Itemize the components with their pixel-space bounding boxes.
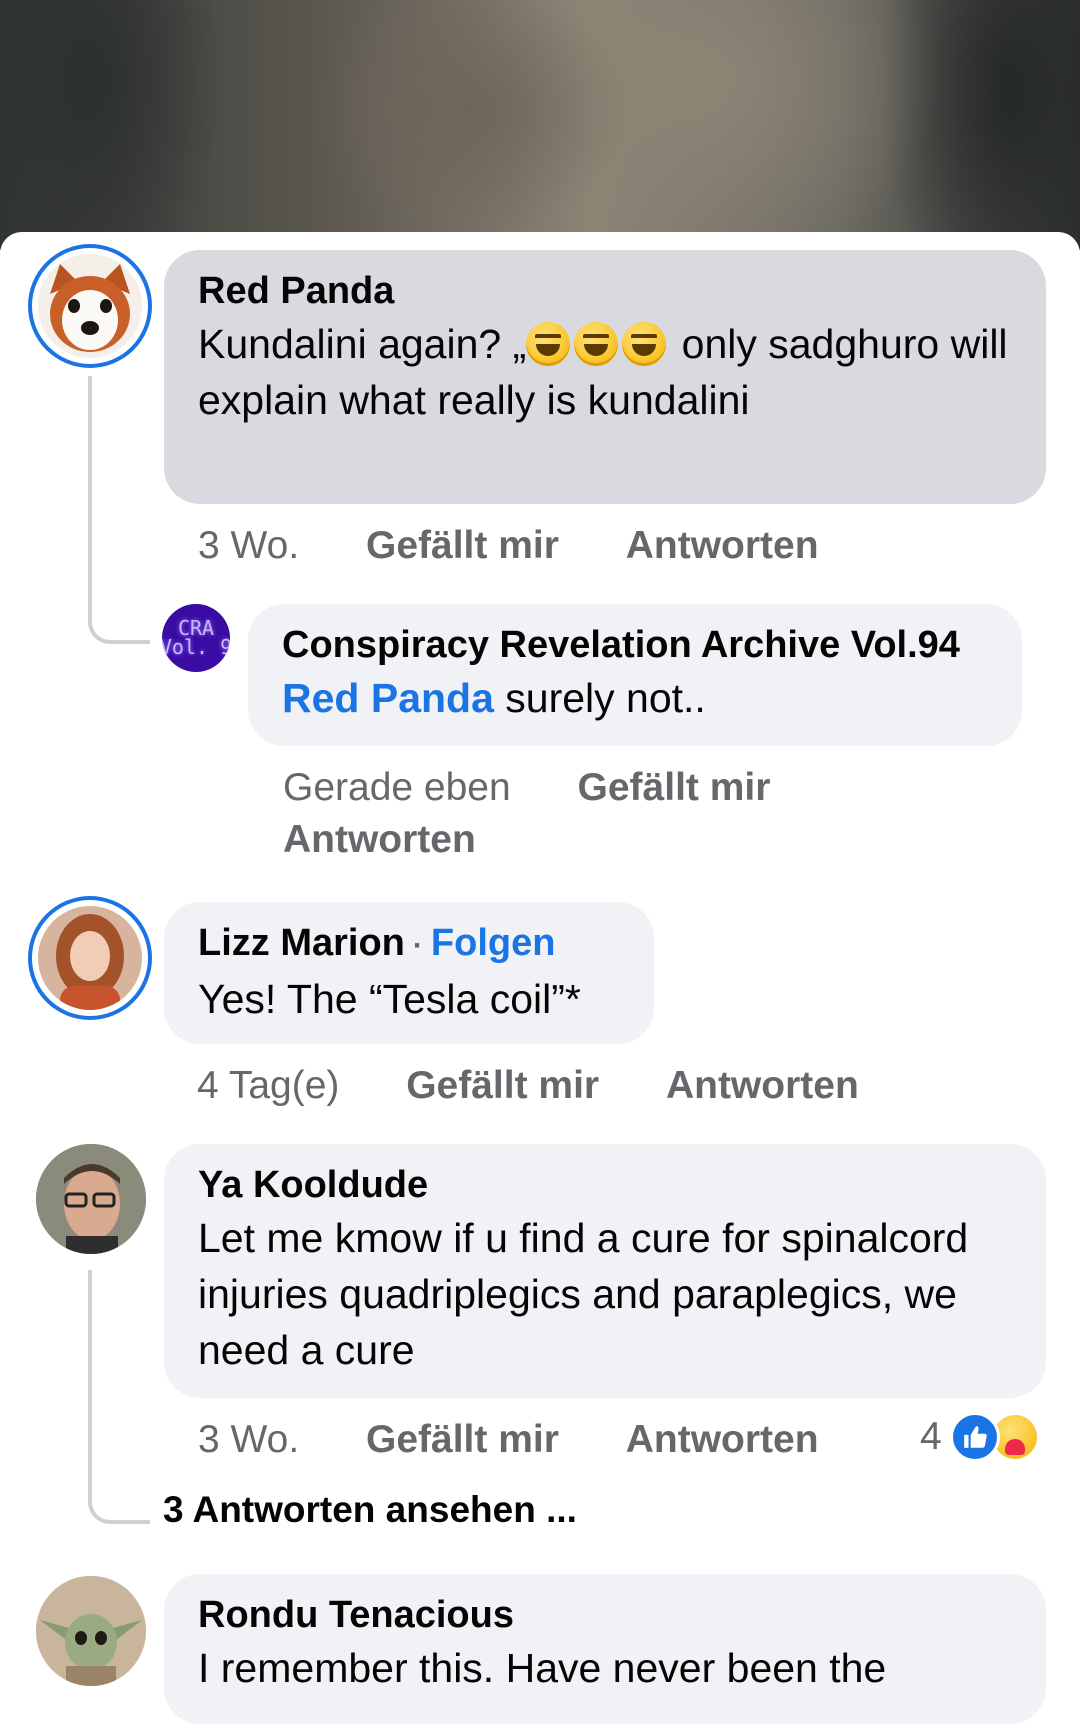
comment-author[interactable]: Rondu Tenacious bbox=[198, 1590, 1012, 1640]
thumbs-up-icon bbox=[963, 1426, 987, 1448]
reply-button[interactable]: Antworten bbox=[626, 524, 819, 567]
reply-bubble[interactable]: Conspiracy Revelation Archive Vol.94 Red… bbox=[248, 604, 1022, 746]
grinning-squinting-face-icon bbox=[526, 322, 571, 366]
avatar-page-cra[interactable]: CRA Vol. 9 bbox=[162, 604, 230, 672]
reply-text: Red Panda surely not.. bbox=[282, 670, 988, 726]
comment-text: Yes! The “Tesla coil”* bbox=[198, 976, 581, 1022]
view-replies-link[interactable]: 3 Antworten ansehen ... bbox=[163, 1485, 577, 1535]
profile-photo-icon bbox=[36, 1144, 146, 1254]
red-panda-avatar-icon bbox=[38, 254, 142, 358]
grinning-squinting-face-icon bbox=[622, 322, 667, 366]
comment-actions: 3 Wo. Gefällt mir Antworten bbox=[198, 1414, 819, 1466]
avatar-rondu-tenacious[interactable] bbox=[36, 1576, 146, 1686]
reply-reply-button[interactable]: Antworten bbox=[283, 818, 476, 861]
comment-text-start: Kundalini again? „ bbox=[198, 321, 527, 367]
comment-header: Lizz Marion · Folgen bbox=[198, 918, 620, 971]
mention-link[interactable]: Red Panda bbox=[282, 675, 494, 721]
avatar-text: CRA Vol. 9 bbox=[162, 616, 230, 659]
comment-actions: 3 Wo. Gefällt mir Antworten bbox=[198, 520, 819, 572]
comment-timestamp: 4 Tag(e) bbox=[197, 1064, 340, 1107]
comment-actions: 4 Tag(e) Gefällt mir Antworten bbox=[197, 1060, 859, 1112]
comment-text: Let me kmow if u find a cure for spinalc… bbox=[198, 1215, 969, 1373]
comment-text: Kundalini again? „ only sadghuro will ex… bbox=[198, 316, 1012, 428]
comment-timestamp: 3 Wo. bbox=[198, 1418, 300, 1461]
thread-line bbox=[88, 376, 150, 644]
like-button[interactable]: Gefällt mir bbox=[406, 1064, 599, 1107]
reaction-summary[interactable]: 4 bbox=[920, 1410, 1040, 1464]
comment-author[interactable]: Red Panda bbox=[198, 266, 1012, 316]
like-icon bbox=[949, 1412, 1000, 1462]
avatar-ya-kooldude[interactable] bbox=[36, 1144, 146, 1254]
reply-actions: Gerade eben Gefällt mir Antworten bbox=[283, 762, 883, 866]
comment-author[interactable]: Lizz Marion bbox=[198, 922, 405, 964]
baby-yoda-avatar-icon bbox=[36, 1576, 146, 1686]
comment-author[interactable]: Ya Kooldude bbox=[198, 1160, 1012, 1210]
comment-timestamp: 3 Wo. bbox=[198, 524, 300, 567]
like-button[interactable]: Gefällt mir bbox=[366, 524, 559, 567]
reply-button[interactable]: Antworten bbox=[666, 1064, 859, 1107]
reply-author[interactable]: Conspiracy Revelation Archive Vol.94 bbox=[282, 620, 988, 670]
reply-text-body: surely not.. bbox=[493, 675, 706, 721]
separator-dot: · bbox=[412, 929, 423, 962]
avatar-red-panda[interactable] bbox=[38, 254, 142, 358]
like-button[interactable]: Gefällt mir bbox=[366, 1418, 559, 1461]
reply-button[interactable]: Antworten bbox=[626, 1418, 819, 1461]
reply-like-button[interactable]: Gefällt mir bbox=[578, 766, 771, 809]
grinning-squinting-face-icon bbox=[574, 322, 619, 366]
comment-bubble[interactable]: Rondu Tenacious I remember this. Have ne… bbox=[164, 1574, 1046, 1724]
reply-timestamp: Gerade eben bbox=[283, 766, 511, 809]
reaction-count: 4 bbox=[920, 1415, 942, 1458]
thread-line bbox=[88, 1270, 150, 1524]
comment-bubble[interactable]: Ya Kooldude Let me kmow if u find a cure… bbox=[164, 1144, 1046, 1398]
comment-bubble[interactable]: Red Panda Kundalini again? „ only sadghu… bbox=[164, 250, 1046, 504]
heart-shape bbox=[1004, 1439, 1025, 1455]
comment-bubble[interactable]: Lizz Marion · Folgen Yes! The “Tesla coil”… bbox=[164, 902, 654, 1044]
profile-photo-icon bbox=[38, 906, 142, 1010]
video-background-image bbox=[0, 0, 1080, 250]
follow-button[interactable]: Folgen bbox=[431, 922, 556, 964]
avatar-lizz-marion[interactable] bbox=[38, 906, 142, 1010]
